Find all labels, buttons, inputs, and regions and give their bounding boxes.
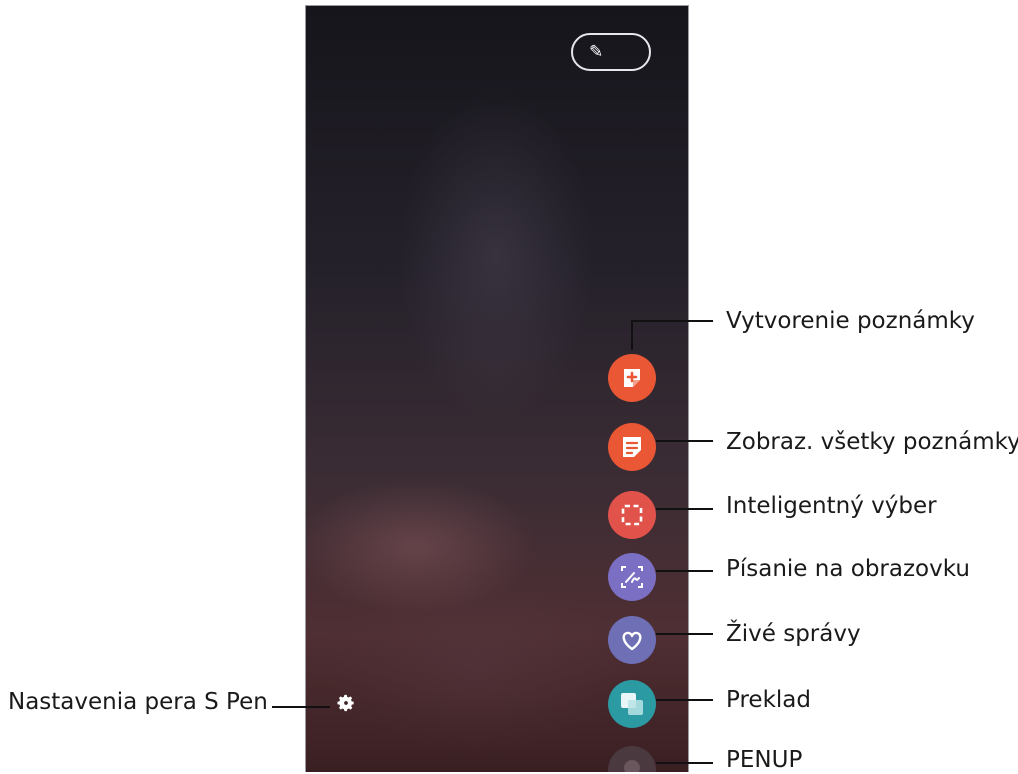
leader-line-smart-select: [656, 508, 713, 510]
heart-icon: [608, 616, 656, 664]
callout-smart-select: Inteligentný výber: [726, 493, 937, 519]
leader-line-create-note-h: [631, 320, 713, 322]
translate-button[interactable]: [608, 680, 656, 728]
callout-penup: PENUP: [726, 747, 803, 773]
leader-line-translate: [656, 699, 713, 701]
screen-write-icon: [608, 553, 656, 601]
dashed-selection-icon: [608, 491, 656, 539]
pen-icon: ✎: [589, 41, 604, 62]
note-plus-icon: [608, 354, 656, 402]
translate-squares-icon: [608, 680, 656, 728]
penup-icon: [608, 746, 656, 772]
leader-line-view-all-notes: [656, 440, 713, 442]
leader-line-penup: [656, 762, 713, 764]
notes-list-icon: [608, 423, 656, 471]
edit-shortcuts-pill[interactable]: ✎: [571, 33, 651, 71]
smart-select-button[interactable]: [608, 491, 656, 539]
gear-icon: [337, 694, 354, 712]
callout-translate: Preklad: [726, 687, 811, 713]
leader-line-live-messages: [656, 633, 713, 635]
leader-line-pen-settings: [272, 706, 330, 708]
callout-create-note: Vytvorenie poznámky: [726, 308, 975, 334]
live-messages-button[interactable]: [608, 616, 656, 664]
create-note-button[interactable]: [608, 354, 656, 402]
screen-write-button[interactable]: [608, 553, 656, 601]
view-all-notes-button[interactable]: [608, 423, 656, 471]
callout-screen-write: Písanie na obrazovku: [726, 556, 970, 582]
penup-button[interactable]: [608, 746, 656, 772]
leader-line-screen-write: [656, 570, 713, 572]
callout-live-messages: Živé správy: [726, 621, 861, 647]
callout-pen-settings: Nastavenia pera S Pen: [8, 689, 268, 715]
pen-settings-button[interactable]: [335, 692, 357, 714]
leader-line-create-note: [631, 320, 633, 350]
callout-view-all-notes: Zobraz. všetky poznámky: [726, 429, 1018, 455]
air-command-screen: ✎: [305, 5, 689, 772]
